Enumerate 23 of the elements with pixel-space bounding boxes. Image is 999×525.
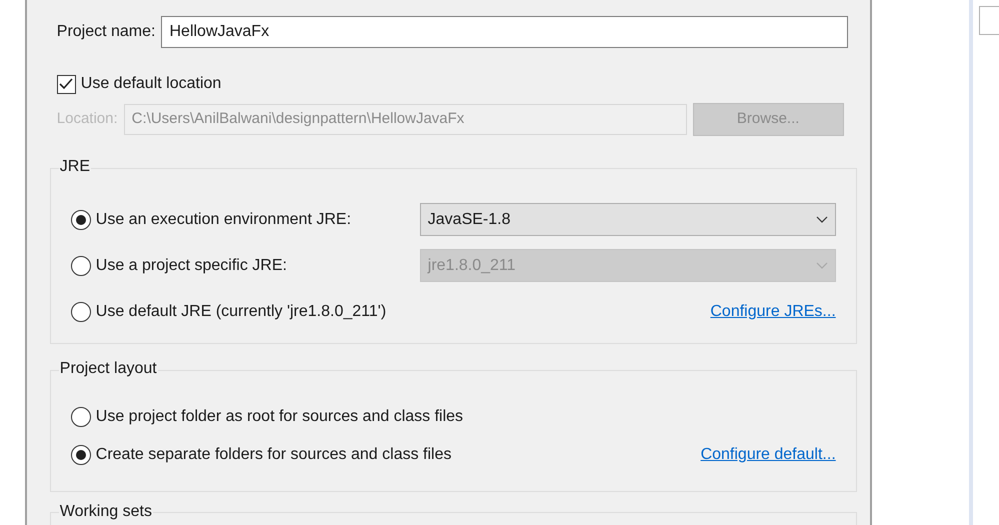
radio-button[interactable] <box>70 256 91 276</box>
radio-label: Use project folder as root for sources and class files <box>96 407 464 427</box>
dropdown[interactable]: JavaSE-1.8 <box>420 203 836 236</box>
field-label: Project name: <box>56 22 156 42</box>
checkbox[interactable] <box>56 74 76 94</box>
group-title: Working sets <box>58 503 153 521</box>
radio-button[interactable] <box>70 407 91 427</box>
chevron-down-icon <box>816 262 828 269</box>
radio-button[interactable] <box>70 445 91 465</box>
configure-link[interactable]: Configure default... <box>700 443 836 467</box>
radio-button[interactable] <box>70 210 91 230</box>
field-label: Location: <box>56 109 118 130</box>
configure-link[interactable]: Configure JREs... <box>710 300 836 324</box>
group-title: Project layout <box>58 359 158 379</box>
radio-label: Use a project specific JRE: <box>96 256 287 276</box>
project-name-field[interactable]: HellowJavaFx <box>161 16 848 48</box>
radio-button[interactable] <box>70 302 91 322</box>
field-edge <box>979 6 999 35</box>
radio-label: Create separate folders for sources and class files <box>96 445 452 465</box>
chevron-down-icon <box>816 216 828 223</box>
checkbox-label: Use default location <box>80 74 222 94</box>
radio-label: Use an execution environment JRE: <box>96 210 352 230</box>
radio-label: Use default JRE (currently 'jre1.8.0_211') <box>96 302 386 322</box>
